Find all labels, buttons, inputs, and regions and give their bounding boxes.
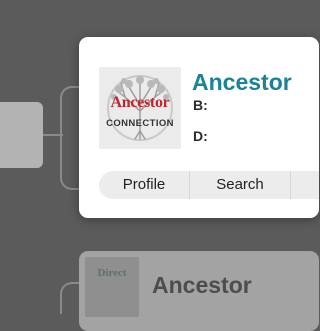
ancestor-card-secondary[interactable]: Direct Ancestor xyxy=(79,251,319,331)
person-name[interactable]: Ancestor xyxy=(192,69,292,96)
search-button[interactable]: Search xyxy=(189,171,290,199)
ancestor-connection-logo: Ancestor CONNECTION xyxy=(99,67,181,149)
profile-button[interactable]: Profile xyxy=(99,171,189,199)
secondary-person-name[interactable]: Ancestor xyxy=(152,272,252,299)
ancestor-card[interactable]: Ancestor CONNECTION Ancestor B: D: Profi… xyxy=(79,37,319,218)
death-label: D: xyxy=(193,128,208,144)
direct-ancestor-logo: Direct xyxy=(85,257,139,317)
card-action-bar: Profile Search xyxy=(99,171,319,199)
birth-label: B: xyxy=(193,97,208,113)
more-actions-button[interactable] xyxy=(290,171,319,199)
logo-wordmark: Ancestor xyxy=(110,94,170,111)
background-tree-node xyxy=(0,102,43,168)
logo2-wordmark: Direct xyxy=(97,267,127,279)
logo-subtitle: CONNECTION xyxy=(106,118,174,129)
